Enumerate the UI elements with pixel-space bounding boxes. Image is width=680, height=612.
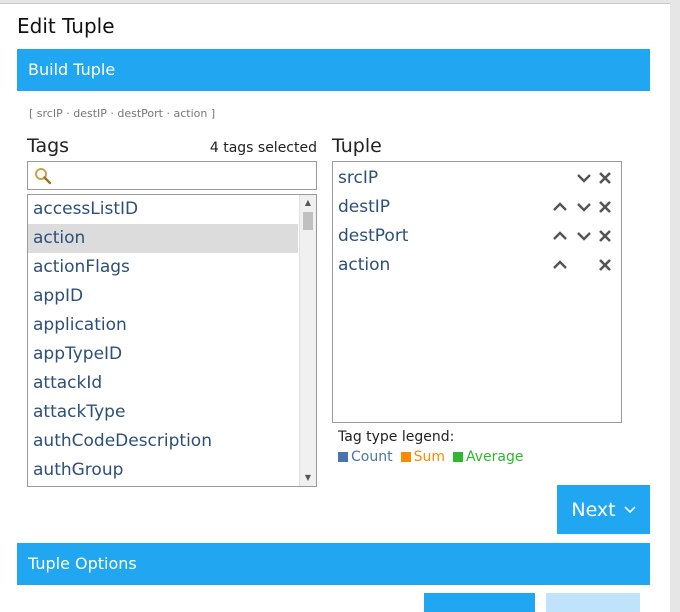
tuple-row: destIP xyxy=(338,193,618,222)
move-down-icon[interactable] xyxy=(577,171,591,185)
remove-icon[interactable] xyxy=(598,229,612,243)
scrollbar-thumb[interactable] xyxy=(303,212,313,230)
tag-list-item[interactable]: action xyxy=(28,224,298,253)
tag-type-legend: Count Sum Average xyxy=(338,449,523,465)
tag-list-item[interactable]: accessListID xyxy=(28,195,298,224)
remove-icon[interactable] xyxy=(598,258,612,272)
move-up-icon[interactable] xyxy=(553,258,567,272)
remove-icon[interactable] xyxy=(598,200,612,214)
legend-label: Sum xyxy=(413,449,445,465)
tuple-row: destPort xyxy=(338,222,618,251)
tag-search-input[interactable] xyxy=(56,165,311,186)
build-tuple-header[interactable]: Build Tuple xyxy=(17,49,650,91)
tags-selected-count: 4 tags selected xyxy=(209,140,317,156)
tag-list-item[interactable]: appTypeID xyxy=(28,340,298,369)
tag-list: accessListID action actionFlags appID applic… xyxy=(27,194,317,487)
tag-list-item[interactable]: application xyxy=(28,311,298,340)
tag-list-item[interactable]: authCodeDescription xyxy=(28,427,298,456)
tuple-item-name: destPort xyxy=(338,226,409,246)
legend-swatch xyxy=(400,452,411,462)
legend-item: Count xyxy=(338,449,393,465)
tag-list-item[interactable]: authGroup xyxy=(28,456,298,485)
legend-item: Average xyxy=(452,449,524,465)
tuple-list: srcIP destIP destPort action xyxy=(332,161,622,423)
edit-tuple-dialog: Edit Tuple Build Tuple [ srcIP · destIP … xyxy=(0,3,670,612)
move-up-icon[interactable] xyxy=(553,229,567,243)
search-icon xyxy=(35,168,52,185)
tuple-options-header[interactable]: Tuple Options xyxy=(17,543,650,585)
next-button[interactable]: Next xyxy=(557,485,650,534)
legend-item: Sum xyxy=(400,449,445,465)
move-down-icon[interactable] xyxy=(577,229,591,243)
cancel-button-partial[interactable] xyxy=(424,593,535,612)
tag-search-box[interactable] xyxy=(27,161,317,190)
tuple-summary: [ srcIP · destIP · destPort · action ] xyxy=(29,107,216,120)
tag-list-item[interactable]: appID xyxy=(28,282,298,311)
legend-label: Count xyxy=(351,449,393,465)
tag-list-item[interactable]: actionFlags xyxy=(28,253,298,282)
remove-icon[interactable] xyxy=(598,171,612,185)
tuple-label: Tuple xyxy=(332,135,382,157)
legend-swatch xyxy=(452,452,463,462)
legend-swatch xyxy=(338,452,348,462)
next-button-label: Next xyxy=(571,498,616,521)
move-down-icon[interactable] xyxy=(577,200,591,214)
save-button-partial xyxy=(546,593,640,612)
chevron-down-icon xyxy=(624,505,636,513)
legend-title: Tag type legend: xyxy=(338,429,455,445)
dialog-title: Edit Tuple xyxy=(17,14,115,38)
tuple-item-name: action xyxy=(338,255,391,275)
move-up-icon[interactable] xyxy=(553,200,567,214)
tag-list-item[interactable]: attackId xyxy=(28,369,298,398)
tags-label: Tags xyxy=(27,135,70,157)
tag-list-item[interactable]: attackType xyxy=(28,398,298,427)
legend-label: Average xyxy=(465,449,524,465)
tuple-item-name: destIP xyxy=(338,197,391,217)
scroll-down-arrow-icon[interactable]: ▼ xyxy=(300,470,316,486)
scroll-up-arrow-icon[interactable]: ▲ xyxy=(300,195,316,211)
tuple-item-name: srcIP xyxy=(338,168,379,188)
tuple-row: srcIP xyxy=(338,164,618,193)
tuple-row: action xyxy=(338,251,618,280)
tag-list-scrollbar[interactable]: ▲ ▼ xyxy=(299,195,316,486)
